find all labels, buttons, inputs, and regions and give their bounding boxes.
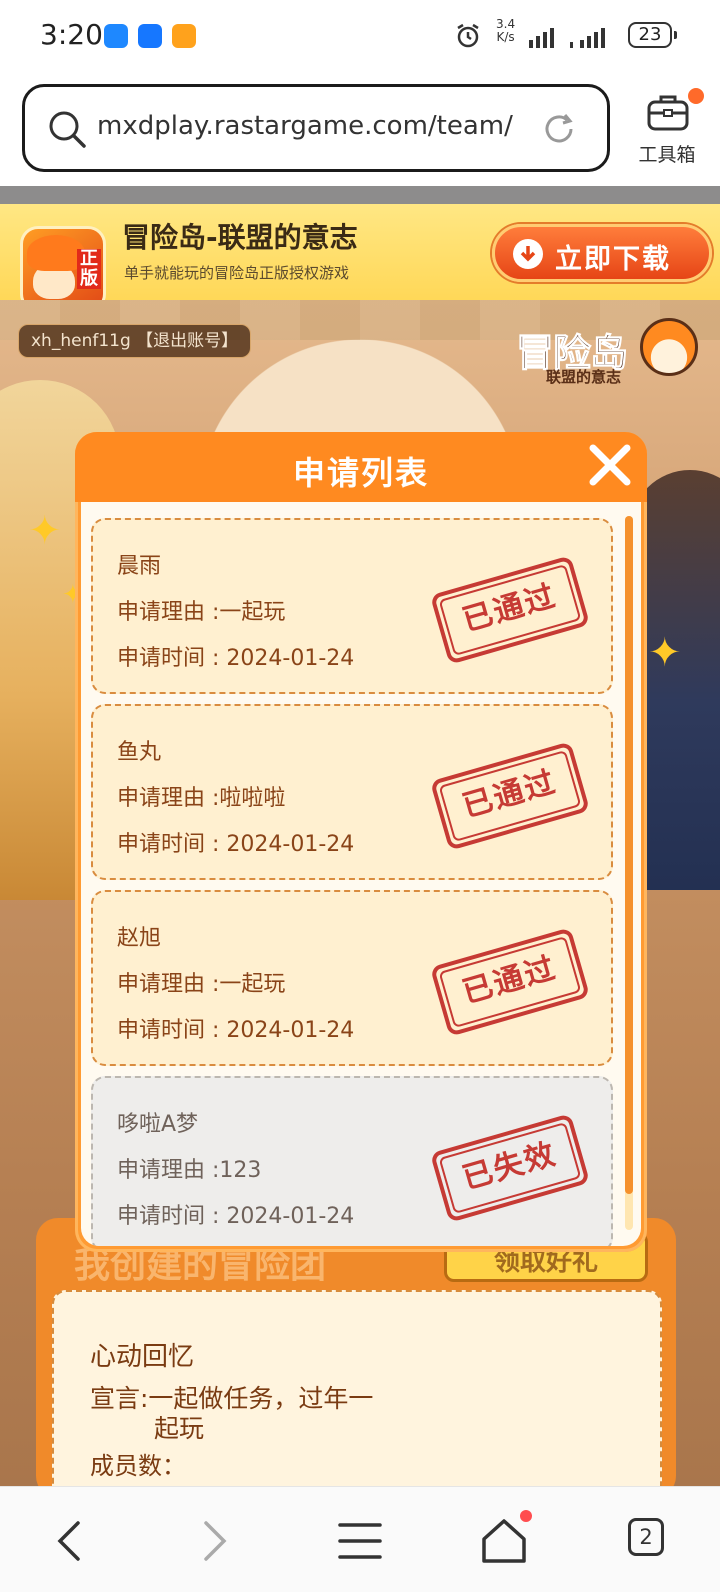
- modal-header: 申请列表: [75, 432, 647, 502]
- status-bar: 3:20 3.4 K/s 23: [0, 0, 720, 72]
- applicant-name: 哆啦A梦: [117, 1112, 199, 1137]
- applicant-name: 鱼丸: [117, 740, 162, 765]
- applicant-name: 赵旭: [117, 926, 162, 951]
- toolbox-icon: [647, 95, 689, 131]
- list-item: 鱼丸 申请理由 :啦啦啦 申请时间 : 2024-01-24 已通过: [91, 704, 613, 880]
- team-declaration-line1: 宣言:一起做任务，过年一: [90, 1384, 374, 1413]
- alarm-icon: [457, 23, 479, 48]
- browser-bottom-nav: [0, 1486, 720, 1592]
- signal-2-icon: [570, 28, 605, 48]
- scrollbar-thumb[interactable]: [625, 516, 633, 1194]
- application-time: 申请时间 : 2024-01-24: [117, 646, 355, 671]
- list-item: 晨雨 申请理由 :一起玩 申请时间 : 2024-01-24 已通过: [91, 518, 613, 694]
- application-time: 申请时间 : 2024-01-24: [117, 1018, 355, 1043]
- application-time: 申请时间 : 2024-01-24: [117, 1204, 355, 1229]
- tabs-button[interactable]: 2: [628, 1518, 664, 1556]
- sparkle-icon: ✦: [28, 508, 62, 554]
- account-info[interactable]: xh_henf11g 【退出账号】: [18, 324, 252, 358]
- modal-title: 申请列表: [292, 454, 429, 492]
- page-top-strip: [0, 186, 720, 204]
- status-stamp: 已失效: [429, 1113, 591, 1223]
- game-logo: 冒险岛 联盟的意志: [515, 318, 706, 392]
- forward-icon[interactable]: [184, 1511, 244, 1571]
- app-icon: [172, 24, 196, 48]
- toolbox-notification-dot: [688, 88, 704, 104]
- network-speed: 3.4 K/s: [496, 17, 516, 44]
- signal-icon: [529, 28, 554, 48]
- app-icon-badge: 正版: [77, 249, 101, 289]
- url-bar[interactable]: mxdplay.rastargame.com/team/: [22, 84, 610, 172]
- applicant-name: 晨雨: [117, 554, 162, 579]
- close-icon[interactable]: [585, 440, 635, 490]
- status-stamp: 已通过: [429, 927, 591, 1037]
- banner-subtitle: 单手就能玩的冒险岛正版授权游戏: [124, 264, 350, 282]
- team-name: 心动回忆: [90, 1342, 195, 1372]
- alipay-icon: [138, 24, 162, 48]
- game-logo-subtitle: 联盟的意志: [546, 368, 622, 386]
- application-reason: 申请理由 :啦啦啦: [117, 786, 286, 811]
- status-time: 3:20: [40, 18, 103, 51]
- banner-title: 冒险岛-联盟的意志: [122, 221, 358, 254]
- toolbox-button[interactable]: 工具箱: [630, 86, 704, 170]
- menu-icon[interactable]: [330, 1511, 390, 1571]
- list-item: 赵旭 申请理由 :一起玩 申请时间 : 2024-01-24 已通过: [91, 890, 613, 1066]
- application-time: 申请时间 : 2024-01-24: [117, 832, 355, 857]
- application-reason: 申请理由 :123: [117, 1158, 262, 1183]
- toolbox-label: 工具箱: [638, 144, 696, 166]
- download-button[interactable]: 立即下载: [492, 224, 712, 282]
- status-stamp: 已通过: [429, 741, 591, 851]
- download-label: 立即下载: [555, 244, 671, 275]
- application-list[interactable]: 晨雨 申请理由 :一起玩 申请时间 : 2024-01-24 已通过 鱼丸 申请…: [81, 502, 641, 1246]
- team-declaration: 宣言:一起做任务，过年一 起玩: [90, 1384, 420, 1444]
- home-notification-dot: [520, 1510, 532, 1522]
- url-text[interactable]: mxdplay.rastargame.com/team/: [97, 111, 513, 141]
- application-reason: 申请理由 :一起玩: [117, 972, 286, 997]
- list-item: 哆啦A梦 申请理由 :123 申请时间 : 2024-01-24 已失效: [91, 1076, 613, 1246]
- search-icon: [49, 111, 86, 148]
- mushroom-icon: [640, 318, 698, 376]
- download-icon: [513, 239, 543, 269]
- message-icon: [104, 24, 128, 48]
- application-reason: 申请理由 :一起玩: [117, 600, 286, 625]
- sparkle-icon: ✦: [648, 630, 682, 676]
- team-declaration-line2: 起玩: [154, 1414, 205, 1443]
- team-members: 成员数：: [90, 1452, 186, 1480]
- refresh-icon[interactable]: [541, 111, 577, 147]
- status-stamp: 已通过: [429, 555, 591, 665]
- back-icon[interactable]: [40, 1511, 100, 1571]
- application-list-modal: 申请列表 晨雨 申请理由 :一起玩 申请时间 : 2024-01-24 已通过 …: [75, 432, 647, 1252]
- battery-indicator: 23: [628, 22, 677, 48]
